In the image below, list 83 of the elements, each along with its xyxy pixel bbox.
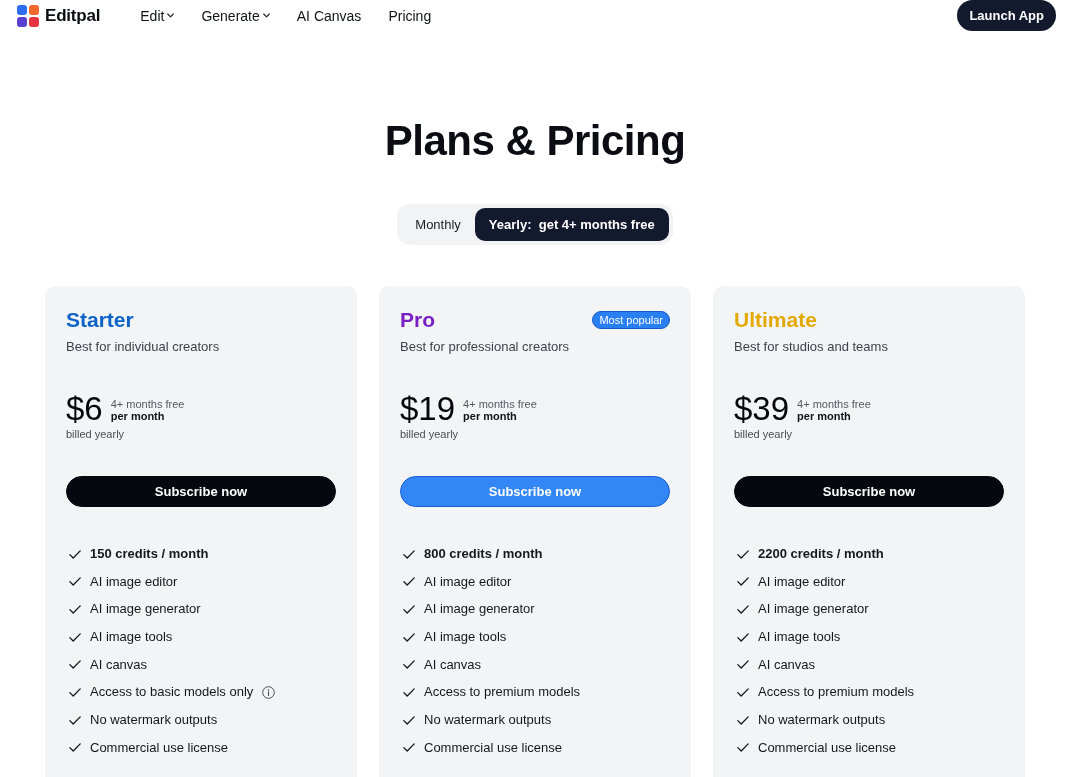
check-icon <box>403 632 415 642</box>
check-icon <box>737 743 749 753</box>
plan-tagline: Best for individual creators <box>66 339 221 355</box>
nav-link[interactable]: Generate <box>201 7 270 24</box>
feature-text: Commercial use license <box>424 739 562 756</box>
price-period: per month <box>797 410 852 422</box>
check-icon <box>737 604 749 614</box>
feature-text: 800 credits / month <box>424 546 543 562</box>
feature-text: AI canvas <box>424 656 482 673</box>
feature-text: AI canvas <box>90 656 148 673</box>
check-icon <box>69 577 81 587</box>
subscribe-button[interactable]: Subscribe now <box>66 476 336 507</box>
check-icon <box>69 549 81 559</box>
check-icon <box>737 577 749 587</box>
feature-text: Access to premium models <box>758 684 915 701</box>
plan-name: Ultimate <box>734 307 817 333</box>
check-icon <box>403 660 415 670</box>
check-icon <box>69 660 81 670</box>
feature-text: AI image editor <box>758 573 846 590</box>
check-icon <box>737 715 749 725</box>
subscribe-button[interactable]: Subscribe now <box>400 476 670 507</box>
feature-text: AI canvas <box>758 656 816 673</box>
caret-icon <box>262 13 270 18</box>
price-note: 4+ months free <box>463 398 537 410</box>
feature-text: Commercial use license <box>758 739 896 756</box>
check-icon <box>69 715 81 725</box>
check-icon <box>737 687 749 697</box>
feature-text: AI image generator <box>758 601 869 618</box>
plan-price: $19 <box>400 391 456 427</box>
popular-badge: Most popular <box>592 311 670 329</box>
check-icon <box>403 549 415 559</box>
logo-icon <box>17 4 39 27</box>
feature-text: No watermark outputs <box>90 712 218 729</box>
check-icon <box>403 743 415 753</box>
feature-text: AI image generator <box>424 601 535 618</box>
check-icon <box>403 604 415 614</box>
feature-text: 150 credits / month <box>90 546 209 562</box>
feature-text: No watermark outputs <box>424 712 552 729</box>
plan-price: $39 <box>734 391 790 427</box>
check-icon <box>737 660 749 670</box>
billing-option[interactable]: Yearly: get 4+ months free <box>474 208 669 241</box>
feature-text: AI image tools <box>424 629 507 646</box>
launch-app-button[interactable]: Launch App <box>957 0 1056 31</box>
feature-text: Access to basic models only <box>90 684 254 701</box>
feature-text: AI image editor <box>90 573 178 590</box>
check-icon <box>69 632 81 642</box>
price-note: 4+ months free <box>797 398 871 410</box>
subscribe-button[interactable]: Subscribe now <box>734 476 1004 507</box>
check-icon <box>69 687 81 697</box>
price-period: per month <box>110 410 166 422</box>
feature-text: Commercial use license <box>90 739 228 756</box>
plan-tagline: Best for professional creators <box>400 339 571 355</box>
feature-text: Access to premium models <box>424 684 581 701</box>
check-icon <box>69 604 81 614</box>
check-icon <box>737 632 749 642</box>
plan-price: $6 <box>66 391 103 427</box>
billing-note: billed yearly <box>400 427 459 441</box>
check-icon <box>403 687 415 697</box>
feature-text: AI image tools <box>758 629 841 646</box>
nav-link[interactable]: Edit <box>140 7 175 24</box>
brand-name: Editpal <box>45 5 101 26</box>
billing-option[interactable]: Monthly <box>401 208 475 241</box>
feature-text: AI image editor <box>424 573 512 590</box>
check-icon <box>69 743 81 753</box>
feature-text: 2200 credits / month <box>758 546 884 562</box>
price-note: 4+ months free <box>110 398 185 410</box>
check-icon <box>403 577 415 587</box>
check-icon <box>737 549 749 559</box>
feature-text: AI image tools <box>90 629 173 646</box>
page-title: Plans & Pricing <box>384 116 686 166</box>
check-icon <box>403 715 415 725</box>
feature-text: No watermark outputs <box>758 712 886 729</box>
nav-link[interactable]: AI Canvas <box>296 7 362 24</box>
plan-tagline: Best for studios and teams <box>734 339 889 355</box>
plan-name: Starter <box>66 307 134 333</box>
feature-text: AI image generator <box>90 601 201 618</box>
billing-note: billed yearly <box>66 427 125 441</box>
billing-note: billed yearly <box>734 427 793 441</box>
info-icon[interactable] <box>262 685 276 699</box>
plan-name: Pro <box>400 307 435 333</box>
caret-icon <box>167 13 175 18</box>
price-period: per month <box>463 410 518 422</box>
nav-link[interactable]: Pricing <box>388 7 432 24</box>
